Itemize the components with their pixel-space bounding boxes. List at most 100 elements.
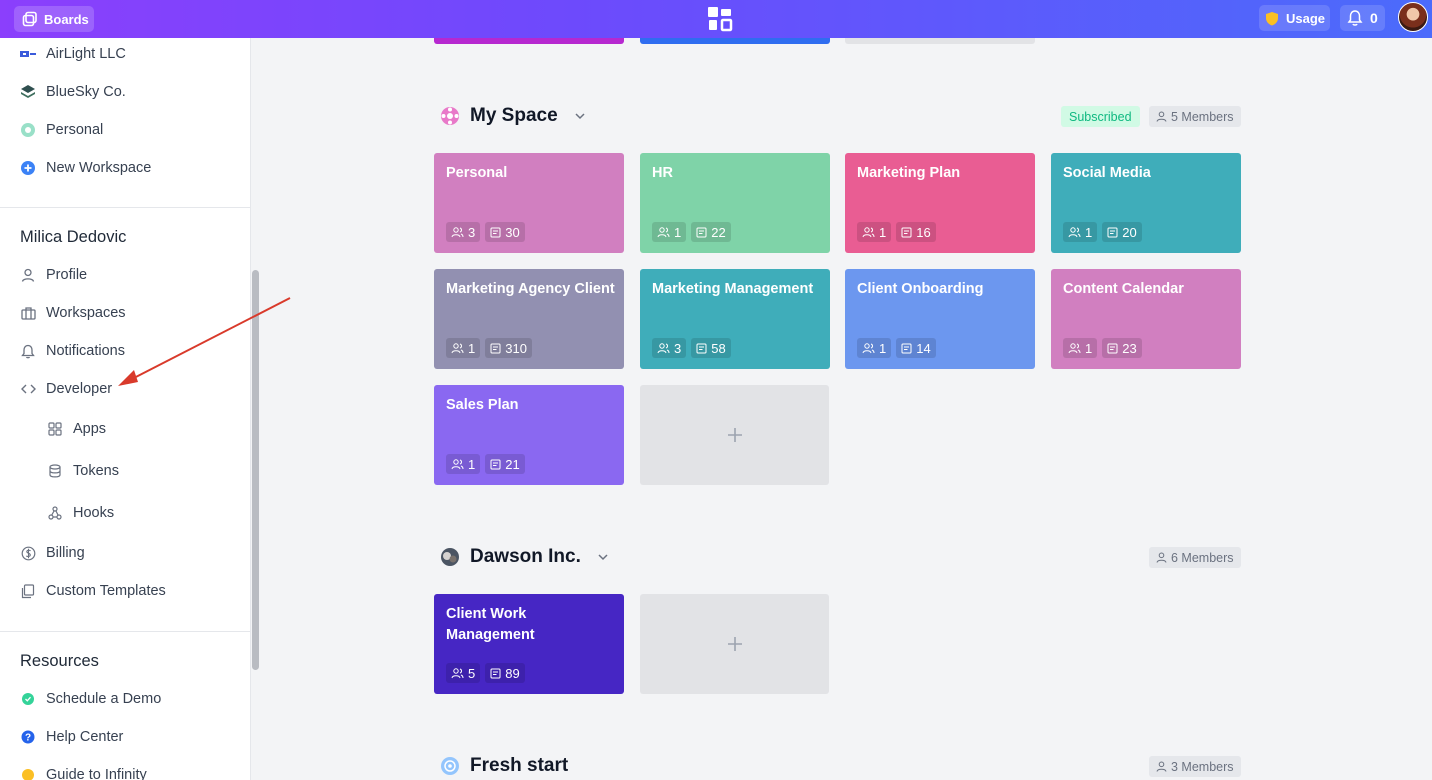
items-stat: 310	[485, 338, 532, 358]
add-board-button[interactable]	[640, 385, 829, 485]
code-icon	[20, 381, 36, 397]
document-icon	[1107, 227, 1118, 237]
board-card-marketing-management[interactable]: Marketing Management 3 58	[640, 269, 830, 369]
board-title: Social Media	[1063, 165, 1151, 181]
sidebar-item-label: Profile	[46, 267, 88, 283]
sidebar-item-label: Personal	[46, 122, 104, 138]
add-board-partial[interactable]	[845, 38, 1035, 44]
members-stat: 1	[1063, 338, 1098, 358]
sidebar-item-schedule-demo[interactable]: Schedule a Demo	[20, 691, 161, 707]
sidebar-item-label: Tokens	[73, 463, 119, 479]
new-workspace-button[interactable]: New Workspace	[20, 160, 151, 176]
board-title: Marketing Management	[652, 281, 814, 297]
add-board-button[interactable]	[640, 594, 829, 694]
boards-button[interactable]: Boards	[14, 6, 94, 32]
users-icon	[451, 342, 464, 353]
board-card-client-work-management[interactable]: Client Work Management 5 89	[434, 594, 624, 694]
board-card-social-media[interactable]: Social Media 1 20	[1051, 153, 1241, 253]
members-stat: 1	[857, 222, 892, 242]
board-card-partial[interactable]	[640, 38, 830, 44]
scrollbar-thumb[interactable]	[252, 270, 259, 670]
webhook-icon	[47, 505, 63, 521]
board-card-marketing-plan[interactable]: Marketing Plan 1 16	[845, 153, 1035, 253]
board-card-marketing-agency-client[interactable]: Marketing Agency Client 1 310	[434, 269, 624, 369]
sidebar-item-guide[interactable]: Guide to Infinity	[20, 767, 147, 780]
board-card-client-onboarding[interactable]: Client Onboarding 1 14	[845, 269, 1035, 369]
members-badge[interactable]: 5 Members	[1149, 106, 1241, 127]
sidebar-item-personal[interactable]: Personal	[20, 122, 103, 138]
items-count: 23	[1122, 340, 1137, 356]
members-count: 3	[468, 224, 476, 240]
workspace-header-my-space[interactable]: My Space	[440, 105, 586, 127]
sidebar-item-tokens[interactable]: Tokens	[47, 463, 119, 479]
workspace-header-fresh-start[interactable]: Fresh start	[440, 755, 568, 777]
board-card-partial[interactable]	[434, 38, 624, 44]
items-stat: 14	[896, 338, 936, 358]
database-icon	[47, 463, 63, 479]
users-icon	[862, 342, 875, 353]
items-stat: 22	[691, 222, 731, 242]
board-card-content-calendar[interactable]: Content Calendar 1 23	[1051, 269, 1241, 369]
sidebar-item-label: AirLight LLC	[46, 46, 126, 62]
boards-label: Boards	[44, 11, 89, 27]
items-count: 30	[505, 224, 520, 240]
items-count: 20	[1122, 224, 1137, 240]
sidebar-item-billing[interactable]: Billing	[20, 545, 85, 561]
sidebar: AirLight LLC BlueSky Co. Personal New Wo…	[0, 38, 251, 780]
document-icon	[490, 343, 501, 353]
sidebar-item-label: Help Center	[46, 729, 124, 745]
usage-button[interactable]: Usage	[1259, 5, 1330, 31]
dollar-icon	[20, 545, 36, 561]
user-avatar[interactable]	[1398, 2, 1428, 32]
sidebar-item-apps[interactable]: Apps	[47, 421, 106, 437]
app-logo-icon[interactable]	[706, 5, 734, 33]
chevron-down-icon[interactable]	[574, 110, 586, 122]
sidebar-item-label: Custom Templates	[46, 583, 166, 599]
items-stat: 20	[1102, 222, 1142, 242]
sidebar-scrollbar[interactable]	[251, 38, 260, 780]
sidebar-item-label: Developer	[46, 381, 113, 397]
workspace-header-dawson[interactable]: Dawson Inc.	[440, 546, 609, 568]
board-card-hr[interactable]: HR 1 22	[640, 153, 830, 253]
sidebar-item-bluesky[interactable]: BlueSky Co.	[20, 84, 126, 100]
sidebar-divider	[0, 631, 251, 632]
members-badge[interactable]: 3 Members	[1149, 756, 1241, 777]
chevron-down-icon[interactable]	[597, 551, 609, 563]
board-card-sales-plan[interactable]: Sales Plan 1 21	[434, 385, 624, 485]
members-badge[interactable]: 6 Members	[1149, 547, 1241, 568]
plus-circle-icon	[20, 160, 36, 176]
items-count: 58	[711, 340, 726, 356]
board-card-personal[interactable]: Personal 3 30	[434, 153, 624, 253]
sidebar-item-notifications[interactable]: Notifications	[20, 343, 125, 359]
members-stat: 1	[1063, 222, 1098, 242]
items-stat: 23	[1102, 338, 1142, 358]
document-icon	[696, 227, 707, 237]
personal-logo-icon	[20, 122, 36, 138]
workspace-logo-icon	[441, 107, 459, 125]
sidebar-item-airlight[interactable]: AirLight LLC	[20, 46, 126, 62]
notifications-button[interactable]: 0	[1340, 5, 1385, 31]
board-title: HR	[652, 165, 673, 181]
users-icon	[657, 342, 670, 353]
sidebar-item-developer[interactable]: Developer	[20, 381, 112, 397]
briefcase-icon	[20, 305, 36, 321]
sidebar-item-profile[interactable]: Profile	[20, 267, 87, 283]
sidebar-item-label: Schedule a Demo	[46, 691, 162, 707]
items-count: 14	[916, 340, 931, 356]
items-stat: 58	[691, 338, 731, 358]
sidebar-item-label: New Workspace	[46, 160, 152, 176]
sidebar-item-label: Notifications	[46, 343, 125, 359]
sidebar-item-custom-templates[interactable]: Custom Templates	[20, 583, 166, 599]
board-title: Client Onboarding	[857, 281, 984, 297]
members-stat: 1	[652, 222, 687, 242]
users-icon	[1068, 226, 1081, 237]
items-count: 22	[711, 224, 726, 240]
top-bar: Boards Usage 0	[0, 0, 1432, 38]
board-title: Marketing Plan	[857, 165, 961, 181]
bell-icon	[1347, 10, 1363, 26]
members-stat: 3	[652, 338, 687, 358]
sidebar-item-workspaces[interactable]: Workspaces	[20, 305, 126, 321]
sidebar-item-hooks[interactable]: Hooks	[47, 505, 114, 521]
users-icon	[1068, 342, 1081, 353]
sidebar-item-help-center[interactable]: ? Help Center	[20, 729, 123, 745]
